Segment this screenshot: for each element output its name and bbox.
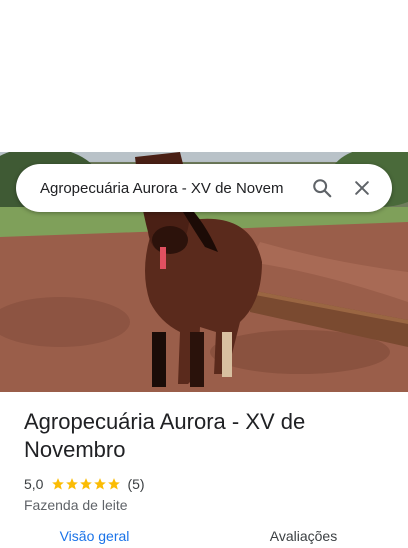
close-button[interactable] — [342, 164, 382, 212]
star-icon — [94, 478, 107, 490]
close-icon — [355, 181, 369, 195]
tab-reviews[interactable]: Avaliações — [199, 528, 408, 548]
rating-value: 5,0 — [24, 476, 44, 492]
place-info: Agropecuária Aurora - XV de Novembro 5,0… — [24, 408, 388, 513]
search-input[interactable]: Agropecuária Aurora - XV de Novem — [40, 180, 302, 197]
star-icon — [80, 478, 93, 490]
tab-bar: Visão geral Avaliações — [0, 528, 408, 548]
search-icon — [313, 179, 332, 198]
search-button[interactable] — [302, 164, 342, 212]
star-icon — [66, 478, 79, 490]
place-category: Fazenda de leite — [24, 497, 128, 513]
search-bar[interactable]: Agropecuária Aurora - XV de Novem — [16, 164, 392, 212]
star-icon — [52, 478, 65, 490]
place-title: Agropecuária Aurora - XV de Novembro — [24, 409, 306, 462]
rating-row[interactable]: 5,0 (5) — [24, 476, 388, 492]
review-count: (5) — [127, 476, 145, 492]
star-rating — [51, 477, 121, 491]
star-icon — [108, 478, 121, 490]
tab-overview[interactable]: Visão geral — [0, 528, 199, 548]
